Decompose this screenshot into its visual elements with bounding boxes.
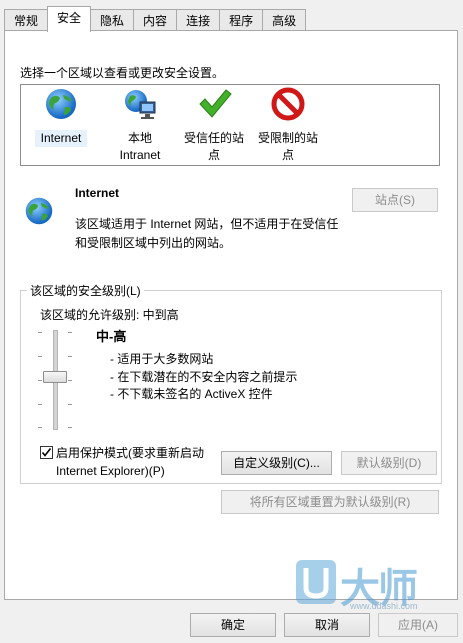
default-level-button[interactable]: 默认级别(D) <box>341 451 437 475</box>
slider-tick <box>68 427 72 428</box>
zone-trusted-sites-label: 受信任的站 点 <box>183 131 244 162</box>
slider-thumb[interactable] <box>43 371 67 383</box>
intranet-icon <box>125 90 156 119</box>
slider-tick <box>68 332 72 333</box>
tab-connections[interactable]: 连接 <box>176 9 221 32</box>
tab-advanced[interactable]: 高级 <box>262 9 307 32</box>
protected-mode-label[interactable]: 启用保护模式(要求重新启动 Internet Explorer)(P) <box>56 444 204 480</box>
zone-local-intranet-label: 本地 Intranet <box>119 131 161 162</box>
slider-tick <box>68 380 72 381</box>
tab-general[interactable]: 常规 <box>4 9 49 32</box>
reset-all-zones-button[interactable]: 将所有区域重置为默认级别(R) <box>221 490 439 514</box>
globe-icon <box>46 89 76 119</box>
tab-programs[interactable]: 程序 <box>219 9 264 32</box>
level-bullet: - 在下载潜在的不安全内容之前提示 <box>110 370 298 384</box>
slider-tick <box>38 404 42 405</box>
slider-tick <box>68 356 72 357</box>
cancel-button[interactable]: 取消 <box>284 613 370 637</box>
tab-privacy[interactable]: 隐私 <box>90 9 135 32</box>
slider-tick <box>38 427 42 428</box>
zone-internet-label: Internet <box>35 130 87 147</box>
security-level-slider[interactable] <box>38 330 74 430</box>
zone-trusted-sites[interactable]: 受信任的站 点 <box>179 87 249 164</box>
zone-restricted-sites[interactable]: 受限制的站 点 <box>253 87 323 164</box>
custom-level-button[interactable]: 自定义级别(C)... <box>221 451 332 475</box>
checkbox-check-icon <box>41 448 52 457</box>
zone-internet[interactable]: Internet <box>35 87 87 147</box>
apply-button[interactable]: 应用(A) <box>378 613 458 637</box>
slider-tick <box>38 332 42 333</box>
protected-mode-checkbox[interactable] <box>40 446 53 459</box>
security-level-name: 中-高 <box>96 329 127 344</box>
selected-zone-globe-icon <box>25 197 53 225</box>
zone-local-intranet[interactable]: 本地 Intranet <box>113 87 167 164</box>
instruction-text: 选择一个区域以查看或更改安全设置。 <box>20 66 225 80</box>
watermark-url: www.udashi.com <box>350 601 418 611</box>
slider-tick <box>38 356 42 357</box>
slider-tick <box>68 404 72 405</box>
allowed-levels-text: 该区域的允许级别: 中到高 <box>40 308 179 322</box>
level-bullet: - 不下载未签名的 ActiveX 控件 <box>110 387 273 401</box>
restricted-icon <box>271 87 305 121</box>
selected-zone-title: Internet <box>75 186 120 200</box>
checkmark-icon <box>199 89 232 118</box>
tab-bar: 常规 安全 隐私 内容 连接 程序 高级 <box>4 6 307 32</box>
sites-button[interactable]: 站点(S) <box>352 188 438 212</box>
zone-list[interactable]: Internet 本地 Intranet 受信任的站 点 受限制的站 点 <box>20 84 440 166</box>
tab-content[interactable]: 内容 <box>133 9 178 32</box>
slider-tick <box>38 380 42 381</box>
security-level-group-label: 该区域的安全级别(L) <box>27 282 144 299</box>
level-bullet: - 适用于大多数网站 <box>110 352 214 366</box>
tab-security[interactable]: 安全 <box>47 6 92 32</box>
zone-restricted-sites-label: 受限制的站 点 <box>257 131 318 162</box>
selected-zone-description: 该区域适用于 Internet 网站，但不适用于在受信任和受限制区域中列出的网站… <box>75 217 339 250</box>
watermark-logo: 大师 www.udashi.com <box>292 556 442 614</box>
ok-button[interactable]: 确定 <box>190 613 276 637</box>
